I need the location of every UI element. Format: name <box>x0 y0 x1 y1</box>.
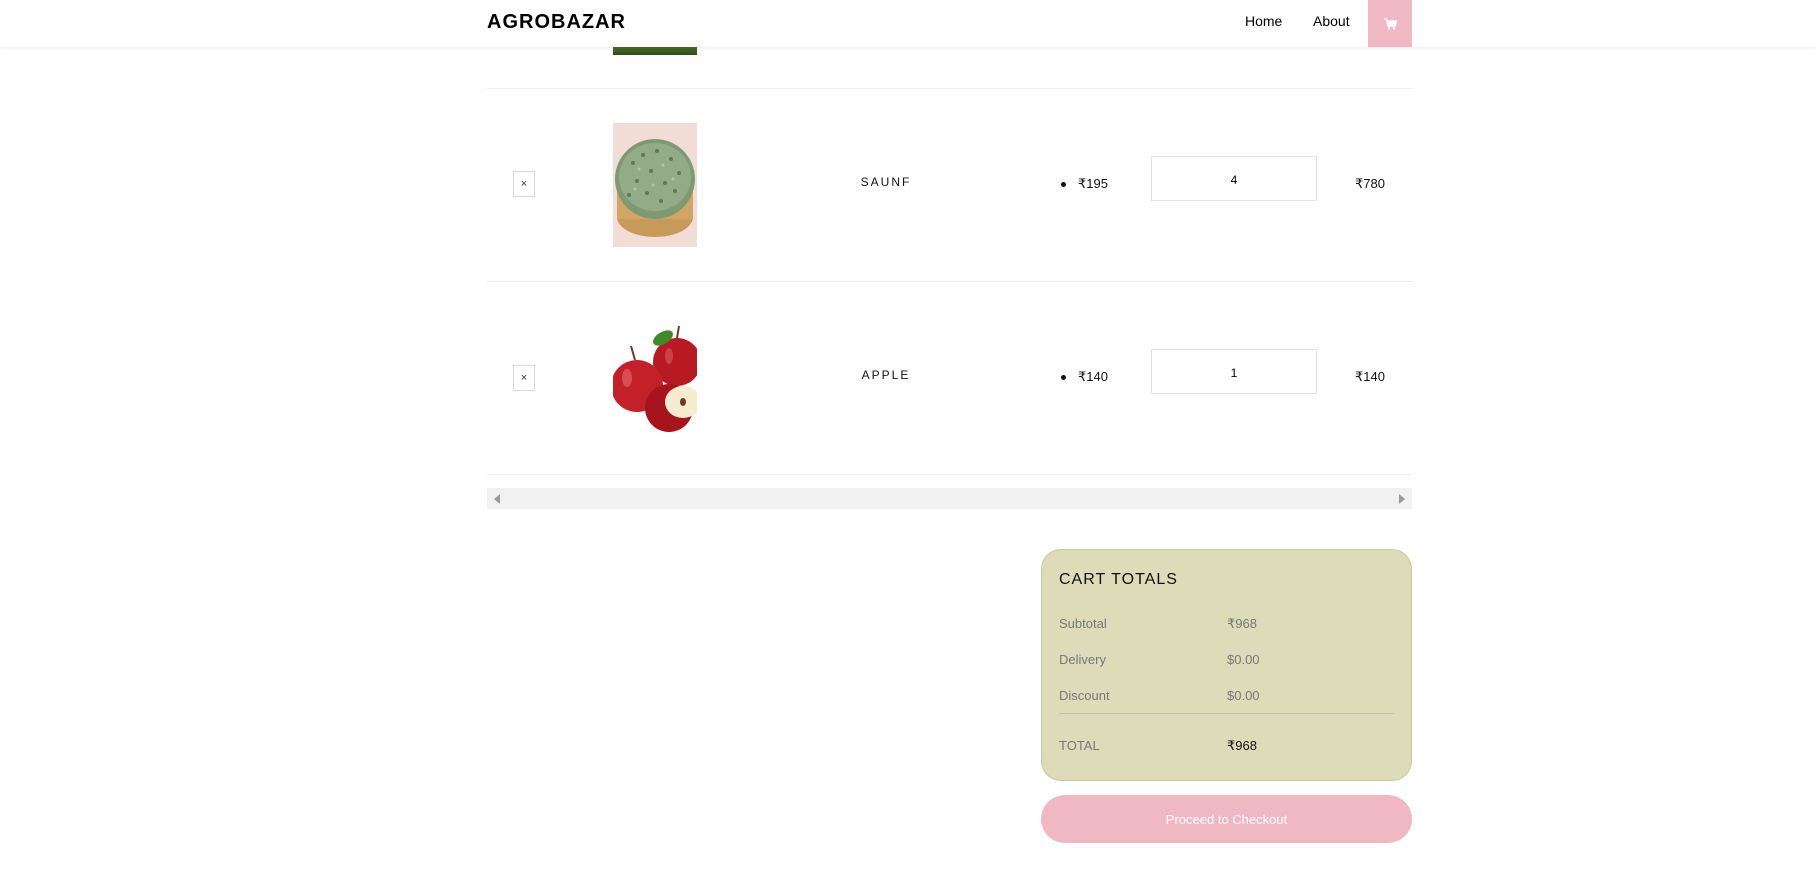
discount-value: $0.00 <box>1227 688 1260 703</box>
delivery-label: Delivery <box>1059 652 1106 667</box>
line-total: ₹140 <box>1355 369 1385 384</box>
brand-logo[interactable]: AGROBAZAR <box>487 11 626 34</box>
total-value: ₹968 <box>1227 738 1257 753</box>
nav-about-link[interactable]: About <box>1313 13 1350 29</box>
product-price: ₹195 <box>1061 176 1108 191</box>
discount-label: Discount <box>1059 688 1110 703</box>
cart-totals-panel: CART TOTALS Subtotal ₹968 Delivery $0.00… <box>1041 549 1412 781</box>
total-label: TOTAL <box>1059 738 1100 753</box>
scroll-left-arrow-icon[interactable] <box>494 494 500 504</box>
cart-totals-title: CART TOTALS <box>1059 571 1178 588</box>
quantity-input[interactable] <box>1151 349 1317 394</box>
cart-button[interactable] <box>1368 0 1412 47</box>
remove-item-button[interactable]: × <box>513 365 535 391</box>
proceed-to-checkout-button[interactable]: Proceed to Checkout <box>1041 795 1412 843</box>
row-divider <box>487 88 1412 89</box>
product-price: ₹140 <box>1061 369 1108 384</box>
cart-icon <box>1383 17 1397 30</box>
product-name[interactable]: SAUNF <box>826 175 946 189</box>
product-name[interactable]: APPLE <box>826 368 946 382</box>
top-navbar: AGROBAZAR Home About <box>0 0 1816 47</box>
totals-divider <box>1059 713 1394 714</box>
scroll-right-arrow-icon[interactable] <box>1399 494 1405 504</box>
subtotal-value: ₹968 <box>1227 616 1257 631</box>
remove-item-button[interactable]: × <box>513 171 535 197</box>
quantity-input[interactable] <box>1151 156 1317 201</box>
nav-home-link[interactable]: Home <box>1245 13 1282 29</box>
product-image-apple <box>613 316 697 436</box>
delivery-value: $0.00 <box>1227 652 1260 667</box>
product-image-saunf <box>613 123 697 247</box>
line-total: ₹780 <box>1355 176 1385 191</box>
row-divider <box>487 474 1412 475</box>
row-divider <box>487 281 1412 282</box>
horizontal-scrollbar[interactable] <box>487 488 1412 509</box>
subtotal-label: Subtotal <box>1059 616 1107 631</box>
